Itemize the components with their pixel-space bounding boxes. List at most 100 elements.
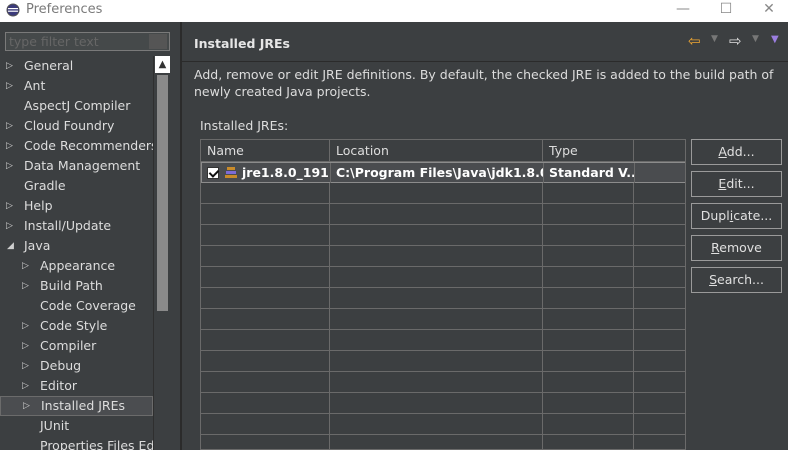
sidebar-item-installed-jres[interactable]: ▷ Installed JREs bbox=[0, 396, 153, 416]
collapsed-arrow-icon[interactable]: ▷ bbox=[23, 396, 30, 416]
table-row[interactable]: jre1.8.0_191 ...C:\Program Files\Java\jd… bbox=[201, 162, 685, 183]
filter-clear-icon[interactable] bbox=[149, 34, 167, 49]
collapsed-arrow-icon[interactable]: ▷ bbox=[6, 56, 13, 76]
forward-arrow-icon[interactable]: ⇨ bbox=[729, 32, 742, 50]
column-name-header[interactable]: Name bbox=[201, 140, 330, 162]
duplicate-button[interactable]: Duplicate... bbox=[691, 203, 782, 229]
sidebar-item-label: Properties Files Editor bbox=[40, 438, 153, 450]
cell-location: C:\Program Files\Java\jdk1.8.0... bbox=[331, 163, 544, 183]
button-mnemonic: S bbox=[709, 272, 717, 287]
close-button[interactable]: ✕ bbox=[746, 0, 788, 22]
default-jre-checkbox[interactable] bbox=[207, 167, 219, 179]
empty-cell bbox=[330, 225, 543, 245]
collapsed-arrow-icon[interactable]: ▷ bbox=[6, 156, 13, 176]
sidebar-item-editor[interactable]: ▷ Editor bbox=[0, 376, 153, 396]
column-type-header[interactable]: Type bbox=[543, 140, 634, 162]
empty-cell bbox=[634, 204, 685, 224]
collapsed-arrow-icon[interactable]: ▷ bbox=[6, 76, 13, 96]
empty-cell bbox=[201, 393, 330, 413]
scroll-up-icon[interactable]: ▲ bbox=[155, 56, 170, 73]
back-history-dropdown-icon[interactable]: ▼ bbox=[711, 34, 718, 44]
sidebar-item-ant[interactable]: ▷ Ant bbox=[0, 76, 153, 96]
empty-cell bbox=[201, 204, 330, 224]
collapsed-arrow-icon[interactable]: ▷ bbox=[22, 256, 29, 276]
collapsed-arrow-icon[interactable]: ▷ bbox=[6, 116, 13, 136]
button-label-pre: Dupl bbox=[700, 208, 730, 223]
empty-cell bbox=[543, 267, 634, 287]
sidebar-item-compiler[interactable]: ▷ Compiler bbox=[0, 336, 153, 356]
empty-cell bbox=[543, 330, 634, 350]
remove-button[interactable]: Remove bbox=[691, 235, 782, 261]
edit-button[interactable]: Edit... bbox=[691, 171, 782, 197]
sidebar-item-label: Data Management bbox=[24, 158, 141, 173]
empty-cell bbox=[634, 393, 685, 413]
sidebar-item-aspectj-compiler[interactable]: AspectJ Compiler bbox=[0, 96, 153, 116]
sidebar-item-general[interactable]: ▷ General bbox=[0, 56, 153, 76]
empty-cell bbox=[634, 330, 685, 350]
sidebar-item-data-management[interactable]: ▷ Data Management bbox=[0, 156, 153, 176]
jre-name: jre1.8.0_191 ... bbox=[242, 165, 330, 180]
sidebar-item-label: Install/Update bbox=[24, 218, 112, 233]
collapsed-arrow-icon[interactable]: ▷ bbox=[22, 336, 29, 356]
empty-cell bbox=[543, 309, 634, 329]
empty-cell bbox=[330, 246, 543, 266]
empty-cell bbox=[330, 183, 543, 203]
preference-page: Installed JREs ⇦ ▼ ⇨ ▼ ▼ Add, remove or … bbox=[182, 22, 788, 450]
empty-cell bbox=[330, 288, 543, 308]
sidebar-item-gradle[interactable]: Gradle bbox=[0, 176, 153, 196]
empty-cell bbox=[543, 435, 634, 449]
sidebar-item-code-style[interactable]: ▷ Code Style bbox=[0, 316, 153, 336]
maximize-button[interactable]: ☐ bbox=[703, 0, 749, 22]
expanded-arrow-icon[interactable]: ◢ bbox=[7, 236, 14, 256]
collapsed-arrow-icon[interactable]: ▷ bbox=[6, 136, 13, 156]
button-label-post: dd... bbox=[726, 144, 755, 159]
empty-cell bbox=[201, 351, 330, 371]
collapsed-arrow-icon[interactable]: ▷ bbox=[22, 376, 29, 396]
sidebar-item-cloud-foundry[interactable]: ▷ Cloud Foundry bbox=[0, 116, 153, 136]
sidebar-item-debug[interactable]: ▷ Debug bbox=[0, 356, 153, 376]
sidebar-item-label: Debug bbox=[40, 358, 82, 373]
add-button[interactable]: Add... bbox=[691, 139, 782, 165]
table-row bbox=[201, 204, 685, 225]
sidebar-item-java[interactable]: ◢ Java bbox=[0, 236, 153, 256]
sidebar-scrollbar[interactable]: ▲ bbox=[153, 56, 170, 450]
collapsed-arrow-icon[interactable]: ▷ bbox=[6, 216, 13, 236]
sidebar-item-label: Gradle bbox=[24, 178, 66, 193]
search-button[interactable]: Search... bbox=[691, 267, 782, 293]
empty-cell bbox=[330, 204, 543, 224]
empty-cell bbox=[634, 351, 685, 371]
button-mnemonic: A bbox=[718, 144, 727, 159]
sidebar-item-junit[interactable]: JUnit bbox=[0, 416, 153, 436]
collapsed-arrow-icon[interactable]: ▷ bbox=[22, 356, 29, 376]
sidebar-item-appearance[interactable]: ▷ Appearance bbox=[0, 256, 153, 276]
sidebar-item-properties-files-editor[interactable]: Properties Files Editor bbox=[0, 436, 153, 450]
sidebar-item-help[interactable]: ▷ Help bbox=[0, 196, 153, 216]
table-header: Name Location Type bbox=[201, 140, 685, 162]
collapsed-arrow-icon[interactable]: ▷ bbox=[6, 196, 13, 216]
collapsed-arrow-icon[interactable]: ▷ bbox=[22, 276, 29, 296]
back-arrow-icon[interactable]: ⇦ bbox=[688, 32, 701, 50]
sidebar-item-code-recommenders[interactable]: ▷ Code Recommenders bbox=[0, 136, 153, 156]
cell-type: Standard V... bbox=[544, 163, 635, 183]
button-label-post: emove bbox=[719, 240, 762, 255]
button-label-post: cate... bbox=[733, 208, 773, 223]
sidebar-item-install-update[interactable]: ▷ Install/Update bbox=[0, 216, 153, 236]
minimize-button[interactable]: — bbox=[660, 0, 706, 22]
column-location-header[interactable]: Location bbox=[330, 140, 543, 162]
empty-cell bbox=[201, 225, 330, 245]
sidebar-item-code-coverage[interactable]: Code Coverage bbox=[0, 296, 153, 316]
sidebar-item-build-path[interactable]: ▷ Build Path bbox=[0, 276, 153, 296]
filter-input[interactable] bbox=[5, 32, 170, 51]
collapsed-arrow-icon[interactable]: ▷ bbox=[22, 316, 29, 336]
sidebar-item-label: Java bbox=[24, 238, 51, 253]
empty-cell bbox=[201, 309, 330, 329]
preferences-sidebar: ▷ General ▷ Ant AspectJ Compiler ▷ Cloud Found… bbox=[0, 22, 180, 450]
preferences-tree: ▷ General ▷ Ant AspectJ Compiler ▷ Cloud Found… bbox=[0, 56, 153, 450]
forward-history-dropdown-icon[interactable]: ▼ bbox=[752, 34, 759, 44]
view-menu-icon[interactable]: ▼ bbox=[771, 34, 779, 45]
empty-cell bbox=[543, 204, 634, 224]
empty-cell bbox=[634, 288, 685, 308]
empty-cell bbox=[201, 435, 330, 449]
scrollbar-thumb[interactable] bbox=[157, 75, 168, 311]
empty-cell bbox=[330, 414, 543, 434]
